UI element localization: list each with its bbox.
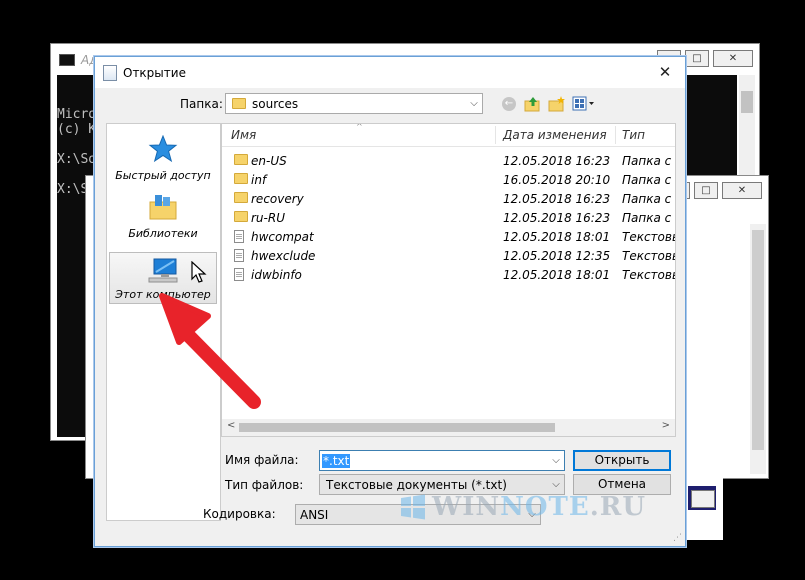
file-row[interactable]: inf 16.05.2018 20:10 Папка с ф [222, 170, 675, 189]
dialog-titlebar: Открытие ✕ [95, 57, 685, 88]
list-header: ^ Имя Дата изменения Тип [222, 124, 675, 147]
chevron-down-icon[interactable]: ⌵ [466, 98, 482, 109]
view-menu-button[interactable] [571, 94, 597, 114]
notepad-icon [103, 64, 117, 81]
red-arrow-icon [159, 293, 261, 409]
column-header-type[interactable]: Тип [622, 128, 645, 142]
text-file-icon [234, 249, 244, 262]
maximize-button[interactable]: □ [694, 182, 718, 199]
text-file-icon [234, 268, 244, 281]
folder-label: Папка: [180, 97, 223, 111]
windows-logo-icon [401, 494, 425, 520]
navigation-toolbar: ← [499, 94, 597, 114]
scroll-right-icon[interactable]: > [662, 420, 670, 431]
horizontal-scrollbar[interactable]: < > [222, 419, 675, 436]
file-row[interactable]: hwcompat 12.05.2018 18:01 Текстовы [222, 227, 675, 246]
file-row[interactable]: en-US 12.05.2018 16:23 Папка с ф [222, 151, 675, 170]
resize-grip-icon[interactable]: ⋰ [673, 533, 682, 543]
folder-icon [234, 154, 248, 165]
libraries-icon [149, 195, 177, 220]
filename-label: Имя файла: [225, 453, 299, 467]
filename-input[interactable]: *.txt ⌵ [319, 450, 565, 471]
column-header-name[interactable]: Имя [231, 128, 256, 142]
file-row[interactable]: ru-RU 12.05.2018 16:23 Папка с ф [222, 208, 675, 227]
chevron-down-icon[interactable]: ⌵ [548, 479, 564, 490]
scroll-left-icon[interactable]: < [227, 420, 235, 431]
file-list: ^ Имя Дата изменения Тип en-US 12.05.201… [221, 123, 676, 437]
background-scrollbar[interactable] [750, 224, 766, 474]
close-button[interactable]: ✕ [713, 50, 753, 67]
encoding-label: Кодировка: [203, 507, 276, 521]
folder-icon [234, 211, 248, 222]
computer-icon [148, 258, 178, 283]
folder-icon [234, 192, 248, 203]
sort-up-icon: ^ [356, 123, 363, 131]
star-icon [148, 135, 178, 163]
maximize-button[interactable]: □ [685, 50, 709, 67]
place-libraries[interactable]: Библиотеки [109, 190, 217, 242]
back-button[interactable]: ← [499, 94, 519, 114]
folder-dropdown[interactable]: sources ⌵ [225, 93, 483, 114]
dialog-close-button[interactable]: ✕ [651, 62, 679, 82]
file-row[interactable]: recovery 12.05.2018 16:23 Папка с ф [222, 189, 675, 208]
chevron-down-icon[interactable]: ⌵ [548, 455, 564, 466]
filetype-label: Тип файлов: [225, 478, 304, 492]
text-file-icon [234, 230, 244, 243]
scrollbar-thumb[interactable] [239, 423, 555, 432]
folder-icon [234, 173, 248, 184]
up-folder-icon [524, 97, 540, 112]
file-row[interactable]: hwexclude 12.05.2018 12:35 Текстовы [222, 246, 675, 265]
mouse-cursor-icon [191, 261, 207, 283]
folder-value: sources [252, 96, 299, 111]
dialog-title: Открытие [123, 65, 186, 80]
view-grid-icon [572, 96, 594, 111]
new-folder-button[interactable] [547, 94, 567, 114]
back-arrow-icon: ← [502, 97, 516, 111]
close-button[interactable]: ✕ [722, 182, 762, 199]
place-quick-access[interactable]: Быстрый доступ [109, 132, 217, 184]
file-row[interactable]: idwbinfo 12.05.2018 18:01 Текстовы [222, 265, 675, 284]
column-header-date[interactable]: Дата изменения [503, 128, 607, 142]
up-folder-button[interactable] [523, 94, 543, 114]
new-folder-icon [548, 96, 565, 112]
watermark: WINNOTE.RU [400, 492, 646, 522]
filename-value: *.txt [322, 453, 351, 468]
folder-icon [232, 98, 246, 109]
filetype-value: Текстовые документы (*.txt) [326, 477, 507, 492]
console-icon [59, 53, 75, 66]
background-window-fragment [683, 478, 723, 540]
open-button[interactable]: Открыть [573, 450, 671, 471]
